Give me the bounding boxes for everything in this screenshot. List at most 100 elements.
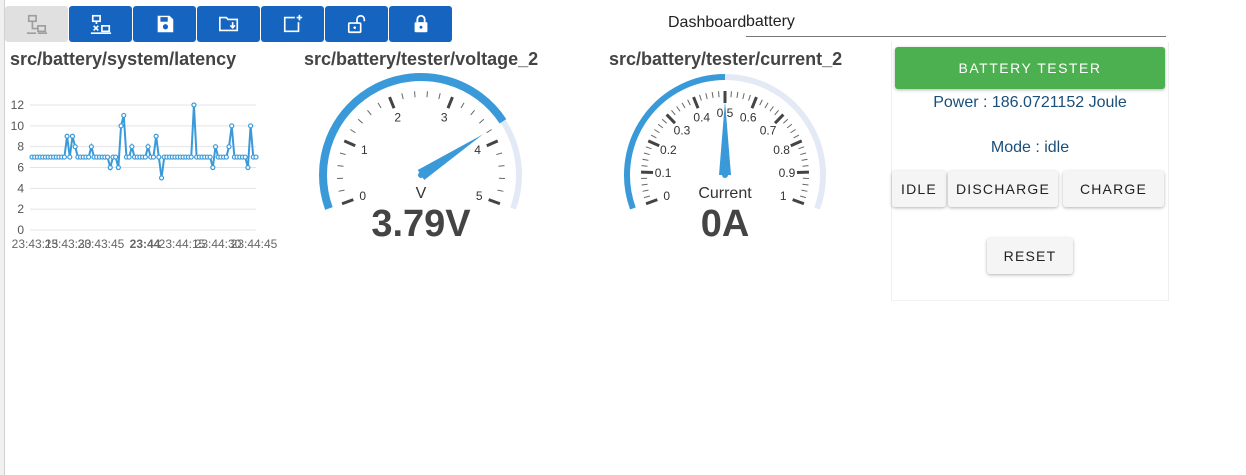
x-tick-label: 23:44 (130, 237, 161, 251)
gauge-tick-label: 2 (394, 111, 401, 125)
gauge-major-tick (388, 96, 396, 109)
latency-point (72, 144, 78, 150)
gauge-minor-tick (748, 94, 751, 101)
latency-point (86, 154, 92, 160)
network-disconnect-icon (90, 14, 111, 34)
latency-point (142, 154, 148, 160)
gauge-major-tick (343, 139, 356, 148)
gauge-major-tick (692, 96, 700, 109)
y-tick-label: 10 (11, 119, 25, 133)
x-tick-label: 23:43:45 (78, 237, 125, 251)
network-disconnect-button[interactable] (69, 6, 132, 42)
gauge-minor-tick (759, 99, 763, 106)
gauge-minor-tick (736, 91, 739, 98)
y-tick-label: 4 (17, 181, 24, 195)
add-widget-button[interactable] (261, 6, 324, 42)
gauge-major-tick (645, 198, 658, 206)
gauge-minor-tick (657, 123, 664, 129)
gauge-needle-hub (722, 172, 728, 178)
gauge-minor-tick (401, 93, 404, 100)
gauge-major-tick (792, 198, 805, 206)
latency-point (88, 144, 94, 150)
latency-point (242, 154, 248, 160)
gauge-minor-tick (786, 123, 793, 129)
latency-point (113, 154, 119, 160)
gauge-minor-tick (742, 93, 745, 100)
add-widget-icon (283, 14, 302, 33)
latency-point (64, 133, 70, 139)
folder-download-button[interactable] (197, 6, 260, 42)
latency-series-line (32, 104, 256, 179)
reset-button[interactable]: RESET (987, 238, 1073, 274)
voltage-gauge: 0 1 2 3 4 5 V 3.79V (319, 73, 522, 245)
charge-button[interactable]: CHARGE (1063, 171, 1164, 207)
gauge-minor-tick (498, 165, 505, 167)
latency-point (207, 154, 213, 160)
gauge-minor-tick (438, 93, 441, 100)
gauge-major-tick (773, 113, 785, 125)
gauge-major-tick (488, 198, 501, 206)
current-unit-label: Current (698, 185, 752, 202)
gauge-tick-label: 0.6 (740, 111, 757, 125)
latency-point (115, 164, 121, 171)
gauge-minor-tick (478, 118, 485, 124)
y-tick-label: 0 (17, 223, 24, 237)
latency-point (104, 154, 111, 160)
search-input[interactable] (746, 8, 1166, 37)
lock-button[interactable] (389, 6, 452, 42)
gauge-minor-tick (377, 102, 382, 109)
gauge-minor-tick (711, 91, 714, 98)
latency-point (223, 154, 229, 160)
mode-readout: Mode : idle (990, 139, 1070, 156)
network-disconnected-button[interactable] (5, 6, 68, 42)
gauge-minor-tick (641, 183, 648, 186)
gauge-minor-tick (793, 134, 800, 139)
gauge-tick-label: 0.1 (655, 166, 672, 180)
gauge-minor-tick (802, 183, 809, 186)
gauge-minor-tick (671, 109, 676, 116)
x-tick-label: 23:44:45 (231, 237, 278, 251)
gauge-minor-tick (367, 109, 372, 116)
gauge-minor-tick (801, 158, 808, 161)
save-icon (157, 15, 173, 33)
gauge-major-tick (665, 113, 677, 125)
save-button[interactable] (133, 6, 196, 42)
gauge-tick-label: 0 (663, 189, 670, 203)
gauge-minor-tick (798, 146, 805, 150)
y-tick-label: 2 (17, 202, 24, 216)
gauge-major-tick (341, 198, 354, 206)
gauge-tick-label: 0.8 (773, 143, 790, 157)
battery-tester-button[interactable]: BATTERY TESTER (895, 47, 1165, 89)
unlock-button[interactable] (325, 6, 388, 42)
gauge-minor-tick (650, 134, 657, 139)
idle-button[interactable]: IDLE (892, 171, 946, 207)
gauge-minor-tick (802, 165, 809, 167)
voltage-value: 3.79V (371, 203, 471, 245)
gauge-tick-label: 1 (361, 143, 368, 157)
latency-point (210, 164, 216, 171)
gauge-minor-tick (774, 109, 779, 116)
voltage-unit-label: V (416, 185, 427, 202)
gauge-minor-tick (654, 129, 660, 134)
folder-download-icon (218, 16, 238, 32)
gauge-minor-tick (497, 189, 504, 192)
y-tick-label: 12 (11, 98, 25, 112)
gauge-minor-tick (338, 189, 345, 192)
discharge-button[interactable]: DISCHARGE (948, 171, 1058, 207)
gauge-major-tick (446, 96, 454, 109)
latency-point (226, 144, 232, 150)
gauge-needle-hub (418, 172, 424, 178)
gauge-minor-tick (705, 93, 708, 100)
latency-point (245, 164, 251, 171)
gauge-tick-label: 0.3 (674, 123, 691, 137)
current-value: 0A (701, 203, 750, 245)
gauge-tick-label: 0.2 (660, 143, 677, 157)
latency-point (107, 164, 113, 171)
gauge-minor-tick (687, 99, 691, 106)
network-disconnected-icon (26, 14, 47, 34)
gauge-minor-tick (800, 152, 807, 156)
gauge-minor-tick (681, 102, 686, 109)
current-gauge: 00.10.20.30.40.50.60.70.80.91Current 0A (624, 74, 826, 245)
latency-point (145, 144, 151, 150)
gauge-tick-label: 0.4 (693, 111, 710, 125)
